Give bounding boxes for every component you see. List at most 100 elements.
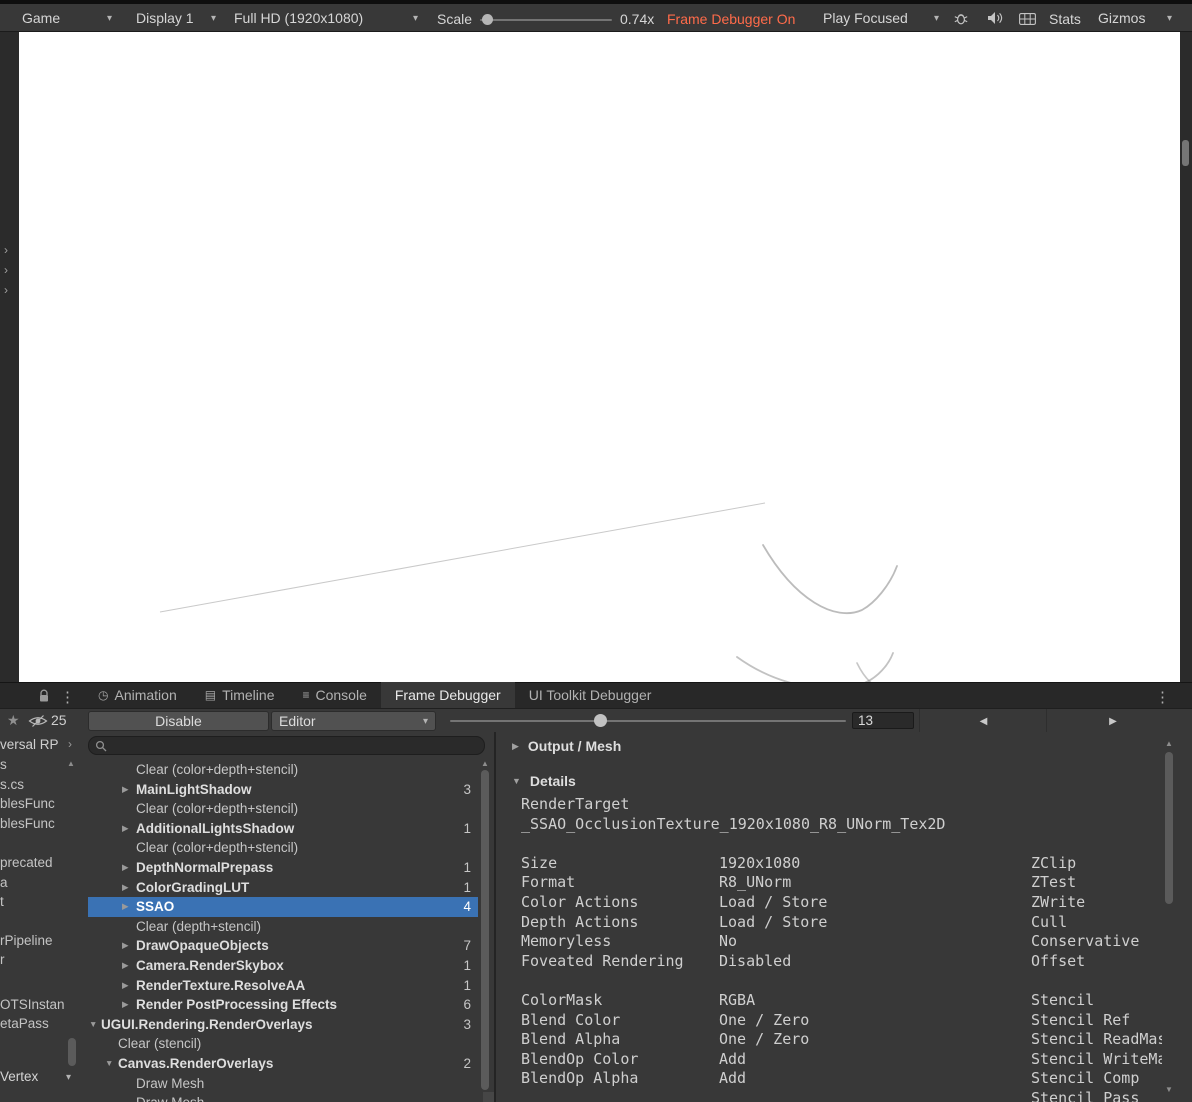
frame-slider-track[interactable] xyxy=(450,720,846,722)
gizmos-dropdown[interactable]: Gizmos ▾ xyxy=(1092,7,1178,29)
details-row: Stencil Pass xyxy=(496,1089,1162,1102)
foldout-collapsed-icon[interactable]: ▶ xyxy=(122,995,129,1015)
bottom-tabs: ◷ Animation ▤ Timeline ≡ Console Frame Debugge… xyxy=(84,682,665,708)
details-row-right-label: Stencil Pass xyxy=(1031,1088,1140,1102)
foldout-collapsed-icon[interactable]: ▶ xyxy=(122,858,129,878)
details-row: Foveated Rendering Disabled Offset xyxy=(496,952,1162,972)
event-search[interactable] xyxy=(88,736,485,755)
debug-bug-button[interactable] xyxy=(948,8,974,28)
frame-debugger-status[interactable]: Frame Debugger On xyxy=(667,11,795,27)
scale-slider-knob[interactable] xyxy=(482,14,493,25)
details-row-label: BlendOp Color xyxy=(521,1049,639,1068)
frame-number-field[interactable] xyxy=(852,712,914,729)
event-row[interactable]: Clear (depth+stencil) xyxy=(88,917,478,937)
details-row-right-label: ZTest xyxy=(1031,873,1077,892)
foldout-collapsed-icon[interactable]: ▶ xyxy=(122,780,129,800)
event-row[interactable]: ▶ MainLightShadow 3 xyxy=(88,780,478,800)
tab-timeline[interactable]: ▤ Timeline xyxy=(191,682,289,708)
details-row-label: Format xyxy=(521,873,576,892)
game-tab-dropdown[interactable]: Game ▾ xyxy=(16,7,118,29)
output-mesh-section-header[interactable]: ▶ Output / Mesh xyxy=(496,733,1162,759)
footer-label[interactable]: Vertex xyxy=(0,1069,38,1084)
event-row[interactable]: ▼ UGUI.Rendering.RenderOverlays 3 xyxy=(88,1015,478,1035)
chevron-down-icon[interactable]: ▾ xyxy=(66,1072,71,1083)
foldout-collapsed-icon[interactable]: ▶ xyxy=(122,956,129,976)
kebab-menu-icon[interactable]: ⋮ xyxy=(1155,688,1170,706)
event-row[interactable]: Clear (stencil) xyxy=(88,1034,478,1054)
next-frame-button[interactable]: ▶ xyxy=(1046,709,1179,733)
frame-slider[interactable] xyxy=(450,714,846,727)
game-tab-label: Game xyxy=(22,10,61,26)
event-row[interactable]: ▶ Render PostProcessing Effects 6 xyxy=(88,995,478,1015)
foldout-expanded-icon[interactable]: ▼ xyxy=(89,1015,97,1035)
event-row[interactable]: Clear (color+depth+stencil) xyxy=(88,760,478,780)
foldout-expanded-icon[interactable]: ▼ xyxy=(512,776,521,786)
tab-animation[interactable]: ◷ Animation xyxy=(84,682,191,708)
hidden-eye-icon[interactable] xyxy=(28,714,48,728)
grid-toggle-button[interactable] xyxy=(1014,9,1040,29)
tab-ui-toolkit-debugger[interactable]: UI Toolkit Debugger xyxy=(515,682,666,708)
event-label: Clear (color+depth+stencil) xyxy=(136,762,299,777)
event-label: Clear (stencil) xyxy=(118,1036,202,1052)
chevron-right-icon[interactable]: › xyxy=(4,244,8,256)
scroll-up-icon[interactable]: ▲ xyxy=(67,760,75,768)
lock-icon[interactable] xyxy=(38,689,50,703)
mute-audio-button[interactable] xyxy=(982,8,1008,28)
breadcrumb[interactable]: versal RP xyxy=(0,737,59,752)
chevron-right-icon[interactable]: › xyxy=(4,264,8,276)
details-scrollbar[interactable]: ▲ ▼ xyxy=(1162,732,1176,1102)
foldout-expanded-icon[interactable]: ▼ xyxy=(105,1054,113,1074)
display-dropdown[interactable]: Display 1 ▾ xyxy=(130,7,222,29)
tree-scrollbar-thumb[interactable] xyxy=(481,770,489,1090)
game-view-viewport[interactable] xyxy=(19,32,1180,682)
right-scrollbar-thumb[interactable] xyxy=(1182,140,1189,166)
details-scrollbar-thumb[interactable] xyxy=(1165,752,1173,904)
previous-frame-button[interactable]: ◀ xyxy=(919,709,1047,733)
scroll-down-icon[interactable]: ▼ xyxy=(1165,1086,1173,1094)
event-label: Canvas.RenderOverlays xyxy=(118,1055,274,1071)
event-row[interactable]: ▶ Camera.RenderSkybox 1 xyxy=(88,956,478,976)
event-row[interactable]: ▶ DepthNormalPrepass 1 xyxy=(88,858,478,878)
scroll-up-icon[interactable]: ▲ xyxy=(1165,740,1173,748)
background-scrollbar-thumb[interactable] xyxy=(68,1038,76,1066)
stats-toggle[interactable]: Stats xyxy=(1049,11,1081,27)
chevron-right-icon[interactable]: › xyxy=(4,284,8,296)
star-icon[interactable]: ★ xyxy=(7,712,20,729)
resolution-dropdown[interactable]: Full HD (1920x1080) ▾ xyxy=(228,7,424,29)
details-row: Color Actions Load / Store ZWrite xyxy=(496,893,1162,913)
frame-slider-knob[interactable] xyxy=(594,714,607,727)
details-section-header[interactable]: ▼ Details xyxy=(496,768,1162,794)
tab-console[interactable]: ≡ Console xyxy=(288,682,380,708)
target-selection-dropdown[interactable]: Editor ▾ xyxy=(271,711,436,731)
frame-debugger-toolbar: ★ 25 Disable Editor ▾ ◀ ▶ xyxy=(0,708,1192,733)
foldout-collapsed-icon[interactable]: ▶ xyxy=(122,936,129,956)
details-row-label: ColorMask xyxy=(521,990,603,1009)
scroll-up-icon[interactable]: ▲ xyxy=(481,760,489,768)
foldout-collapsed-icon[interactable]: ▶ xyxy=(122,878,129,898)
kebab-menu-icon[interactable]: ⋮ xyxy=(60,688,75,706)
right-scroll-strip xyxy=(1180,32,1192,682)
play-focused-dropdown[interactable]: Play Focused ▾ xyxy=(817,7,945,29)
event-row[interactable]: ▼ Canvas.RenderOverlays 2 xyxy=(88,1054,478,1074)
event-row[interactable]: ▶ RenderTexture.ResolveAA 1 xyxy=(88,976,478,996)
disable-button[interactable]: Disable xyxy=(88,711,269,731)
event-row[interactable]: ▶ AdditionalLightsShadow 1 xyxy=(88,819,478,839)
zoom-value: 0.74x xyxy=(620,11,655,27)
render-target-value: _SSAO_OcclusionTexture_1920x1080_R8_UNor… xyxy=(521,814,946,833)
foldout-collapsed-icon[interactable]: ▶ xyxy=(122,897,129,917)
tab-frame-debugger[interactable]: Frame Debugger xyxy=(380,682,515,708)
tree-scrollbar[interactable]: ▲ xyxy=(478,760,492,1102)
scale-slider[interactable] xyxy=(480,13,612,26)
event-row[interactable]: ▶ DrawOpaqueObjects 7 xyxy=(88,936,478,956)
event-row[interactable]: Clear (color+depth+stencil) xyxy=(88,799,478,819)
event-row[interactable]: ▶ SSAO 4 xyxy=(88,897,478,917)
foldout-collapsed-icon[interactable]: ▶ xyxy=(122,976,129,996)
event-row[interactable]: Clear (color+depth+stencil) xyxy=(88,838,478,858)
search-input[interactable] xyxy=(112,737,478,754)
event-row[interactable]: Draw Mesh xyxy=(88,1074,478,1094)
foldout-collapsed-icon[interactable]: ▶ xyxy=(512,741,519,752)
foldout-collapsed-icon[interactable]: ▶ xyxy=(122,819,129,839)
event-row[interactable]: Draw Mesh xyxy=(88,1093,478,1102)
scale-slider-track[interactable] xyxy=(480,19,612,21)
event-row[interactable]: ▶ ColorGradingLUT 1 xyxy=(88,878,478,898)
